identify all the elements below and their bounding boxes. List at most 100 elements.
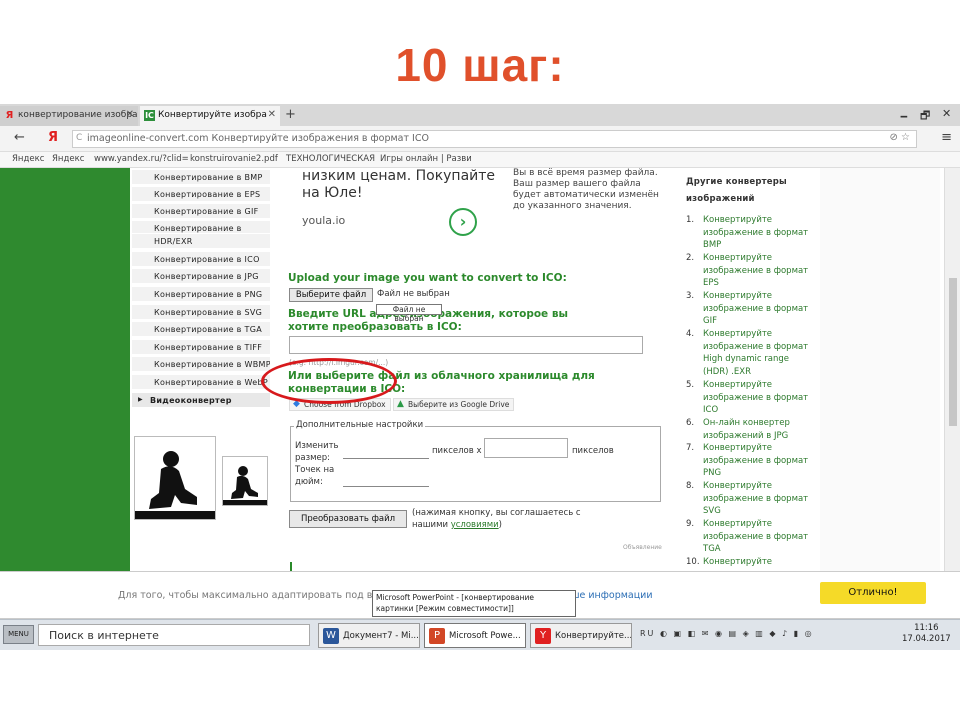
converter-link-bmp[interactable]: 1. Конвертируйте изображение в формат BMP [686,214,816,252]
pixels-x-label: пикселов x [432,446,482,456]
converter-link-eps[interactable]: 2. Конвертируйте изображение в формат EPS [686,252,816,290]
item-number: 1. [686,215,695,225]
powerpoint-icon: P [429,628,445,644]
task-browser[interactable]: Y Конвертируйте... [530,623,632,648]
item-label: Конвертируйте изображение в формат BMP [703,215,809,251]
width-input[interactable] [343,440,429,458]
close-tab-icon[interactable]: ✕ [268,109,276,120]
image-url-input[interactable] [289,336,643,354]
bookmark-star-icon[interactable]: ⊘ ☆ [889,132,910,143]
close-window-icon[interactable]: ✕ [942,107,951,120]
dpi-label: Точек на дюйм: [295,465,335,487]
nav-item-png[interactable]: Конвертирование в PNG [132,287,270,302]
converter-link-png[interactable]: 7. Конвертируйте изображение в формат PNG [686,442,816,480]
item-number: 4. [686,329,695,339]
nav-item-svg[interactable]: Конвертирование в SVG [132,305,270,320]
converter-link-hdr[interactable]: 4. Конвертируйте изображение в формат Hig… [686,328,816,378]
converter-link-jpg[interactable]: 6. Он-лайн конвертер изображений в JPG [686,417,816,442]
tab-label: Конвертируйте изобра [158,110,267,120]
dpi-underline [343,486,429,487]
new-tab-button[interactable]: + [285,107,296,122]
nav-item-webp[interactable]: Конвертирование в WebP [132,375,270,390]
item-label: Конвертируйте изображение в формат EPS [703,253,809,289]
start-menu-button[interactable]: MENU [3,625,34,644]
item-label: Конвертируйте изображение в формат GIF [703,291,809,327]
system-tray: RU ◐ ▣ ◧ ✉ ◉ ▤ ◈ ▥ ◆ ♪ ▮ ◎ [640,629,814,638]
back-icon[interactable]: ← [14,130,25,145]
clock[interactable]: 11:16 17.04.2017 [902,623,951,645]
nav-item-tiff[interactable]: Конвертирование в TIFF [132,340,270,355]
height-input[interactable] [484,438,568,458]
item-label: Конвертируйте изображение в формат TGA [703,519,809,555]
item-number: 5. [686,380,695,390]
green-side-panel [0,168,130,586]
cookie-ok-button[interactable]: Отлично! [820,582,926,604]
language-indicator[interactable]: RU [640,629,655,638]
converter-link-gif[interactable]: 3. Конвертируйте изображение в формат GIF [686,290,816,328]
item-number: 8. [686,481,695,491]
converter-link-ico[interactable]: 5. Конвертируйте изображение в формат ICO [686,379,816,417]
maximize-icon[interactable]: 🗗 [920,107,930,126]
browser-menu-icon[interactable]: ≡ [941,130,952,145]
nav-item-ico[interactable]: Конвертирование в ICO [132,252,270,267]
convert-file-button[interactable]: Преобразовать файл [289,510,407,528]
ad-text: низким ценам. Покупайте на Юле! [302,168,495,202]
bookmark-item[interactable]: Яндекс [12,154,44,164]
right-blank-area [820,168,940,586]
nav-item-hdr[interactable]: Конвертирование в [132,221,270,234]
nav-item-tga[interactable]: Конвертирование в TGA [132,322,270,337]
tray-icons[interactable]: ◐ ▣ ◧ ✉ ◉ ▤ ◈ ▥ ◆ ♪ ▮ ◎ [660,629,814,638]
convert-note: (нажимая кнопку, вы соглашаетесь с нашим… [412,507,592,531]
terms-link[interactable]: условиями [451,520,499,530]
nav-item-eps[interactable]: Конвертирование в EPS [132,187,270,202]
nav-item-hdr-2[interactable]: HDR/EXR [132,234,270,249]
page-scrollbar[interactable] [944,168,960,586]
nav-item-video-converter[interactable]: Видеоконвертер [132,393,270,408]
item-number: 7. [686,443,695,453]
ad-arrow-button[interactable]: › [449,208,477,236]
bookmark-item[interactable]: Игры онлайн | Разви [380,154,472,164]
converter-link-svg[interactable]: 8. Конвертируйте изображение в формат SVG [686,480,816,518]
bookmark-item[interactable]: www.yandex.ru/?clid= [94,154,189,164]
nav-item-jpg[interactable]: Конвертирование в JPG [132,269,270,284]
choose-file-button[interactable]: Выберите файл [289,288,373,302]
item-number: 2. [686,253,695,263]
tab-bar: Я конвертирование изобра ✕ IC Конвертиру… [0,104,960,126]
powerpoint-tooltip: Microsoft PowerPoint - [конвертирование … [372,590,576,617]
right-sidebar-heading: Другие конвертеры изображений [686,177,787,204]
width-underline [343,458,429,459]
close-tab-icon[interactable]: ✕ [126,109,134,120]
converter-link-tga[interactable]: 9. Конвертируйте изображение в формат TGA [686,518,816,556]
yandex-logo-icon[interactable]: Я [48,130,58,145]
browser-screenshot: Я конвертирование изобра ✕ IC Конвертиру… [0,104,960,650]
tab-label: конвертирование изобра [18,110,138,120]
word-icon: W [323,628,339,644]
bookmark-item[interactable]: ТЕХНОЛОГИЧЕСКАЯ [286,154,375,164]
reload-icon[interactable]: C [76,133,82,143]
silhouette-image-large [134,436,216,520]
nav-item-bmp[interactable]: Конвертирование в BMP [132,170,270,185]
bookmark-item[interactable]: Яндекс [52,154,84,164]
google-drive-icon: ▲ [397,399,404,409]
taskbar-search-input[interactable]: Поиск в интернете [38,624,310,646]
task-word[interactable]: W Документ7 - Mi... [318,623,420,648]
minimize-icon[interactable]: 🗕 [900,107,908,126]
url-input[interactable]: C imageonline-convert.com Конвертируйте … [72,130,917,148]
taskbar: MENU Поиск в интернете W Документ7 - Mi.… [0,619,960,650]
nav-item-gif[interactable]: Конвертирование в GIF [132,204,270,219]
task-powerpoint[interactable]: P Microsoft Powe... [424,623,526,648]
ad-line: низким ценам. Покупайте [302,168,496,184]
nav-item-wbmp[interactable]: Конвертирование в WBMP [132,357,270,372]
tab-converter[interactable]: IC Конвертируйте изобра ✕ [140,106,280,126]
google-drive-button[interactable]: ▲ Выберите из Google Drive [393,398,515,411]
bookmark-item[interactable]: konstruirovanie2.pdf [190,154,278,164]
clock-date: 17.04.2017 [902,634,951,644]
ad-source[interactable]: youla.io [302,214,345,227]
tab-yandex-search[interactable]: Я конвертирование изобра ✕ [0,106,138,126]
upload-label: Upload your image you want to convert to… [288,272,567,284]
scrollbar-thumb[interactable] [949,278,957,426]
dpi-input[interactable] [343,468,429,486]
converter-link-more[interactable]: 10. Конвертируйте [686,556,816,569]
item-number: 6. [686,418,695,428]
clock-time: 11:16 [914,623,939,633]
